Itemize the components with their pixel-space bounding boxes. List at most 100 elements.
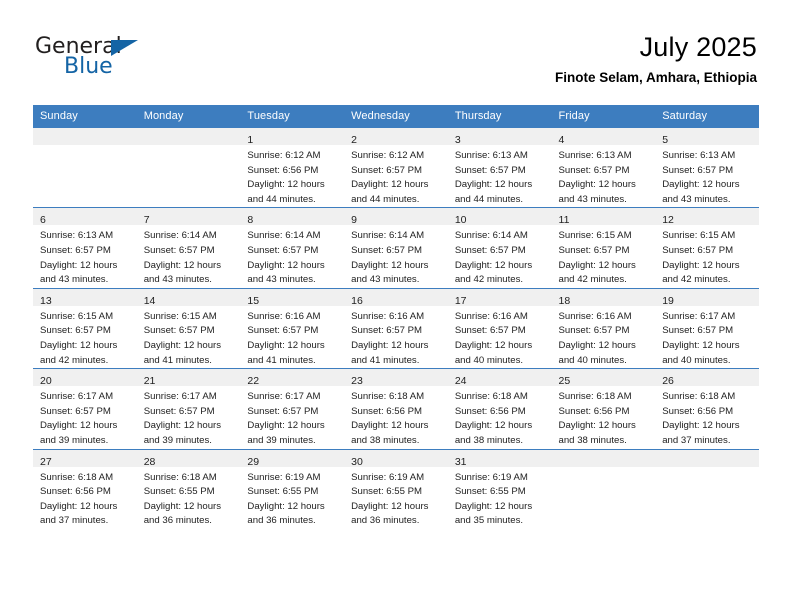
day-detail-line: Daylight: 12 hours [143, 339, 222, 351]
day-detail-line: Sunset: 6:56 PM [40, 486, 111, 498]
day-detail-line: and 37 minutes. [662, 434, 731, 446]
day-detail-line: and 35 minutes. [454, 515, 524, 527]
day-cell-details: Sunrise: 6:13 AM Sunset: 6:57 PM Daylight:… [448, 145, 552, 207]
day-number-band: 8 [240, 208, 345, 227]
calendar-day-cell[interactable]: 12 Sunrise: 6:15 AM Sunset: 6:57 PM Dayligh… [655, 207, 759, 289]
title-block: July 2025 Finote Selam, Amhara, Ethiopia [555, 30, 757, 89]
day-number-band [551, 449, 656, 467]
day-detail-line: and 38 minutes. [351, 434, 420, 446]
calendar-day-cell[interactable]: 6 Sunrise: 6:13 AM Sunset: 6:57 PM Daylight… [33, 207, 137, 289]
day-number: 31 [454, 455, 467, 468]
calendar-day-cell[interactable]: 25 Sunrise: 6:18 AM Sunset: 6:56 PM Dayligh… [551, 368, 656, 449]
day-detail-line: Sunrise: 6:15 AM [40, 310, 114, 322]
day-number: 4 [558, 134, 565, 146]
calendar-day-cell[interactable]: 17 Sunrise: 6:16 AM Sunset: 6:57 PM Dayligh… [447, 287, 552, 369]
day-detail-line: Daylight: 12 hours [454, 259, 533, 271]
day-detail-line: Daylight: 12 hours [351, 179, 429, 191]
day-detail-line: Sunrise: 6:18 AM [558, 391, 632, 403]
calendar-day-cell[interactable]: 14 Sunrise: 6:15 AM Sunset: 6:57 PM Dayligh… [136, 287, 241, 369]
day-detail-line: Daylight: 12 hours [454, 339, 533, 351]
calendar-day-cell[interactable]: 19 Sunrise: 6:17 AM Sunset: 6:57 PM Dayligh… [655, 287, 759, 369]
location-subtitle: Finote Selam, Amhara, Ethiopia [554, 70, 757, 85]
day-number-band [136, 128, 241, 145]
day-detail-line: Daylight: 12 hours [558, 420, 636, 432]
calendar-day-cell[interactable]: 10 Sunrise: 6:14 AM Sunset: 6:57 PM Dayligh… [447, 207, 552, 289]
calendar-day-cell[interactable]: 20 Sunrise: 6:17 AM Sunset: 6:57 PM Dayligh… [33, 368, 137, 449]
calendar-day-cell[interactable]: 4 Sunrise: 6:13 AM Sunset: 6:57 PM Daylight… [551, 126, 656, 208]
weekday-header-sunday: Sunday [33, 105, 137, 128]
day-detail-line: Daylight: 12 hours [662, 259, 740, 271]
day-detail-line: Sunset: 6:57 PM [558, 244, 630, 256]
calendar-day-cell[interactable]: 23 Sunrise: 6:18 AM Sunset: 6:56 PM Dayligh… [344, 368, 448, 449]
day-detail-line: Daylight: 12 hours [558, 259, 636, 271]
day-number: 10 [454, 214, 467, 227]
day-cell-details: Sunrise: 6:15 AM Sunset: 6:57 PM Daylight:… [552, 225, 656, 287]
day-number: 3 [454, 134, 461, 146]
calendar-day-cell[interactable]: 24 Sunrise: 6:18 AM Sunset: 6:56 PM Dayligh… [447, 368, 552, 449]
calendar-day-cell[interactable]: 7 Sunrise: 6:14 AM Sunset: 6:57 PM Daylight… [136, 207, 241, 289]
calendar-day-cell[interactable]: 2 Sunrise: 6:12 AM Sunset: 6:57 PM Daylight… [344, 126, 448, 208]
calendar-day-cell[interactable]: 28 Sunrise: 6:18 AM Sunset: 6:55 PM Dayligh… [136, 448, 241, 529]
calendar-day-cell[interactable]: 8 Sunrise: 6:14 AM Sunset: 6:57 PM Daylight… [240, 207, 345, 289]
calendar-day-cell[interactable]: 29 Sunrise: 6:19 AM Sunset: 6:55 PM Dayligh… [240, 448, 345, 529]
day-cell-details: Sunrise: 6:18 AM Sunset: 6:56 PM Daylight:… [552, 386, 656, 448]
day-detail-line: Sunrise: 6:13 AM [454, 150, 528, 161]
day-detail-line: Sunrise: 6:15 AM [662, 230, 736, 242]
calendar-day-cell[interactable]: 5 Sunrise: 6:13 AM Sunset: 6:57 PM Daylight… [655, 126, 759, 208]
day-cell-details: Sunrise: 6:13 AM Sunset: 6:57 PM Daylight:… [33, 225, 137, 287]
day-number: 8 [247, 214, 254, 227]
logo-triangle-icon [111, 40, 138, 56]
weekday-header-wednesday: Wednesday [344, 105, 448, 128]
day-detail-line: Sunrise: 6:13 AM [662, 150, 736, 161]
weekday-header-thursday: Thursday [447, 105, 552, 128]
day-cell-details: Sunrise: 6:19 AM Sunset: 6:55 PM Daylight:… [240, 467, 344, 529]
day-detail-line: Sunset: 6:56 PM [558, 405, 630, 417]
calendar-day-cell[interactable]: 18 Sunrise: 6:16 AM Sunset: 6:57 PM Dayligh… [551, 287, 656, 369]
day-cell-details: Sunrise: 6:14 AM Sunset: 6:57 PM Daylight:… [448, 225, 552, 287]
day-detail-line: Daylight: 12 hours [40, 420, 118, 432]
day-cell-details: Sunrise: 6:17 AM Sunset: 6:57 PM Daylight:… [137, 386, 241, 448]
day-number-band: 26 [655, 369, 759, 387]
calendar-day-cell[interactable]: 31 Sunrise: 6:19 AM Sunset: 6:55 PM Dayligh… [447, 448, 552, 529]
day-cell-details: Sunrise: 6:18 AM Sunset: 6:56 PM Daylight:… [655, 386, 759, 448]
day-cell-details: Sunrise: 6:17 AM Sunset: 6:57 PM Daylight:… [33, 386, 137, 448]
day-number-band: 23 [344, 369, 448, 387]
calendar-day-cell[interactable]: 26 Sunrise: 6:18 AM Sunset: 6:56 PM Dayligh… [655, 368, 759, 449]
day-number: 5 [662, 134, 669, 146]
day-detail-line: Daylight: 12 hours [662, 339, 740, 351]
day-detail-line: Sunset: 6:57 PM [143, 244, 215, 256]
calendar-day-cell[interactable]: 13 Sunrise: 6:15 AM Sunset: 6:57 PM Dayligh… [33, 287, 137, 369]
day-number: 30 [351, 455, 363, 468]
day-detail-line: and 39 minutes. [143, 434, 212, 446]
day-detail-line: Daylight: 12 hours [143, 420, 222, 432]
calendar-day-cell[interactable]: 22 Sunrise: 6:17 AM Sunset: 6:57 PM Dayligh… [240, 368, 345, 449]
day-number: 13 [40, 294, 52, 307]
calendar-day-cell[interactable]: 11 Sunrise: 6:15 AM Sunset: 6:57 PM Dayligh… [551, 207, 656, 289]
calendar-day-cell[interactable]: 27 Sunrise: 6:18 AM Sunset: 6:56 PM Dayligh… [33, 448, 137, 529]
day-cell-details: Sunrise: 6:16 AM Sunset: 6:57 PM Daylight:… [344, 306, 448, 368]
day-detail-line: and 41 minutes. [247, 354, 316, 366]
logo-text-blue: Blue [64, 54, 113, 79]
calendar-day-cell[interactable]: 30 Sunrise: 6:19 AM Sunset: 6:55 PM Dayligh… [344, 448, 448, 529]
day-number-band: 13 [33, 288, 137, 307]
calendar-day-cell[interactable]: 3 Sunrise: 6:13 AM Sunset: 6:57 PM Daylight… [447, 126, 552, 208]
day-number-band: 25 [551, 369, 656, 387]
weekday-header-row: Sunday Monday Tuesday Wednesday Thursday… [33, 105, 759, 128]
general-blue-logo[interactable]: General Blue [35, 34, 215, 90]
day-detail-line: and 36 minutes. [247, 515, 316, 527]
day-number-band: 12 [655, 208, 759, 226]
day-detail-line: Sunset: 6:55 PM [351, 486, 423, 498]
day-cell-details: Sunrise: 6:15 AM Sunset: 6:57 PM Daylight:… [33, 306, 137, 368]
calendar-day-cell[interactable]: 21 Sunrise: 6:17 AM Sunset: 6:57 PM Dayligh… [136, 368, 241, 449]
day-detail-line: Sunrise: 6:14 AM [247, 230, 321, 242]
calendar-day-cell[interactable]: 15 Sunrise: 6:16 AM Sunset: 6:57 PM Dayligh… [240, 287, 345, 369]
day-detail-line: Sunset: 6:57 PM [40, 405, 111, 417]
day-cell-details: Sunrise: 6:18 AM Sunset: 6:56 PM Daylight:… [33, 467, 137, 529]
calendar-day-cell[interactable]: 1 Sunrise: 6:12 AM Sunset: 6:56 PM Daylight… [240, 126, 345, 208]
day-detail-line: and 38 minutes. [454, 434, 524, 446]
day-detail-line: Sunset: 6:57 PM [351, 325, 423, 337]
calendar-day-cell[interactable]: 9 Sunrise: 6:14 AM Sunset: 6:57 PM Daylight… [344, 207, 448, 289]
day-cell-details: Sunrise: 6:18 AM Sunset: 6:56 PM Daylight:… [344, 386, 448, 448]
calendar-day-cell[interactable]: 16 Sunrise: 6:16 AM Sunset: 6:57 PM Dayligh… [344, 287, 448, 369]
day-detail-line: and 42 minutes. [662, 274, 731, 286]
